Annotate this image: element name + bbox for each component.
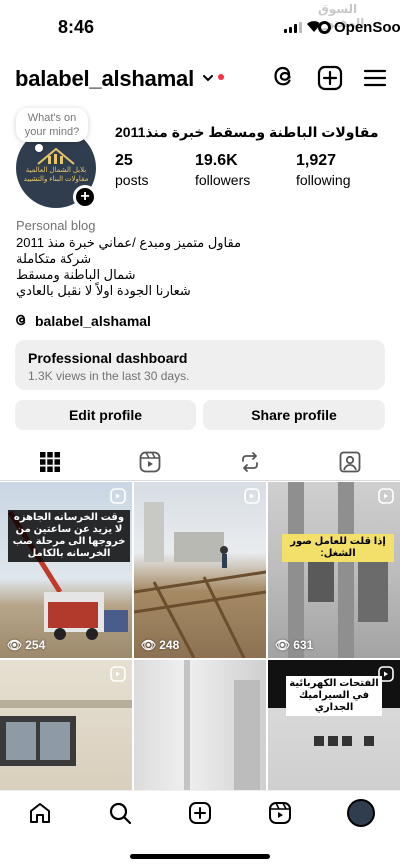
post-caption: إذا قلت للعامل صور الشغل: [282, 534, 394, 562]
stat-following[interactable]: 1,927 following [296, 152, 350, 188]
post-image [184, 660, 260, 790]
stat-posts[interactable]: 25 posts [115, 152, 148, 188]
post-image [134, 502, 266, 658]
bio-line: شعارنا الجودة اولاً لا نقبل بالعادي [16, 283, 191, 298]
view-count-value: 254 [25, 638, 46, 652]
reel-badge-icon [378, 488, 394, 504]
edit-profile-button[interactable]: Edit profile [15, 400, 196, 430]
reels-nav-icon[interactable] [268, 801, 292, 825]
display-name: مقاولات الباطنة ومسقط خبرة منذ2011 [115, 124, 379, 140]
bio-line: شمال الباطنة ومسقط [16, 267, 136, 282]
bio-category: Personal blog [16, 218, 96, 233]
tagged-icon [339, 451, 361, 473]
profile-tabs [0, 445, 400, 481]
bio: Personal blog مقاول متميز ومبدع /عماني خ… [16, 218, 386, 299]
profile-header: balabel_alshamal [0, 60, 400, 100]
note-bubble[interactable]: What's on your mind? [16, 108, 88, 142]
share-profile-button[interactable]: Share profile [203, 400, 385, 430]
opensooq-logo-icon [318, 21, 331, 34]
stat-value: 1,927 [296, 152, 337, 169]
opensooq-watermark: OpenSooq [318, 19, 400, 36]
post-image [7, 510, 128, 640]
stat-value: 25 [115, 152, 133, 169]
menu-icon[interactable] [362, 65, 388, 91]
brand-label: OpenSooq [334, 19, 400, 36]
post-tile[interactable]: 👁 248 [134, 482, 266, 658]
post-tile[interactable]: وقت الخرسانه الجاهزه لا يزيد عن ساعتين م… [0, 482, 132, 658]
threads-badge-icon [16, 314, 26, 326]
stat-label: following [296, 172, 351, 188]
status-time: 8:46 [58, 17, 95, 37]
reels-icon [139, 451, 161, 473]
notification-dot [218, 74, 224, 80]
bottom-navigation [0, 790, 400, 835]
tabs-divider [0, 480, 400, 481]
eye-icon: 👁 [275, 638, 291, 652]
bio-line: مقاول متميز ومبدع /عماني خبرة منذ 2011 [16, 235, 242, 250]
post-tile[interactable] [0, 660, 132, 790]
grid-icon [40, 452, 60, 472]
add-story-icon[interactable]: + [73, 185, 97, 209]
threads-handle: balabel_alshamal [35, 313, 151, 329]
tab-tagged[interactable] [300, 445, 400, 481]
post-tile[interactable] [134, 660, 266, 790]
tab-reposts[interactable] [200, 445, 300, 481]
eye-icon: 👁 [141, 638, 157, 652]
eye-icon: 👁 [7, 638, 23, 652]
tab-reels[interactable] [100, 445, 200, 481]
post-image [288, 482, 388, 658]
stat-label: posts [115, 172, 149, 188]
search-icon[interactable] [108, 801, 132, 825]
professional-dashboard[interactable]: Professional dashboard 1.3K views in the… [15, 340, 385, 390]
stat-followers[interactable]: 19.6K followers [195, 152, 250, 188]
post-tile[interactable]: إذا قلت للعامل صور الشغل: 👁 631 [268, 482, 400, 658]
posts-grid: وقت الخرسانه الجاهزه لا يزيد عن ساعتين م… [0, 482, 400, 790]
signal-icon [284, 22, 302, 33]
status-bar: 8:46 السوق المفتوح OpenSooq [0, 0, 400, 54]
avatar-logo-text: بلابل الشمال العالمية مقاولات البناء وال… [23, 167, 89, 183]
reel-badge-icon [110, 666, 126, 682]
view-count: 👁 631 [275, 638, 313, 652]
dashboard-title: Professional dashboard [28, 350, 188, 366]
dashboard-subtitle: 1.3K views in the last 30 days. [28, 369, 190, 383]
view-count: 👁 248 [141, 638, 179, 652]
reel-badge-icon [244, 488, 260, 504]
view-count-value: 631 [293, 638, 314, 652]
stat-value: 19.6K [195, 152, 238, 169]
bio-line: شركة متكاملة [16, 251, 92, 266]
threads-profile-link[interactable]: balabel_alshamal [15, 313, 151, 329]
post-tile[interactable]: الفتحات الكهربائية في السيراميك الجداري [268, 660, 400, 790]
profile-avatar-icon[interactable] [347, 799, 375, 827]
home-indicator [130, 854, 270, 859]
home-icon[interactable] [28, 801, 52, 825]
note-bubble-tail [35, 144, 43, 152]
reposts-icon [242, 452, 258, 472]
post-caption: الفتحات الكهربائية في السيراميك الجداري [286, 676, 382, 716]
threads-icon[interactable] [272, 65, 298, 91]
reel-badge-icon [110, 488, 126, 504]
account-switcher-username[interactable]: balabel_alshamal [15, 66, 194, 92]
tab-grid[interactable] [0, 445, 100, 481]
new-post-icon[interactable] [317, 65, 343, 91]
stat-label: followers [195, 172, 251, 188]
chevron-down-icon[interactable] [202, 72, 214, 84]
view-count-value: 248 [159, 638, 180, 652]
post-caption: وقت الخرسانه الجاهزه لا يزيد عن ساعتين م… [8, 510, 130, 562]
view-count: 👁 254 [7, 638, 45, 652]
create-icon[interactable] [188, 801, 212, 825]
